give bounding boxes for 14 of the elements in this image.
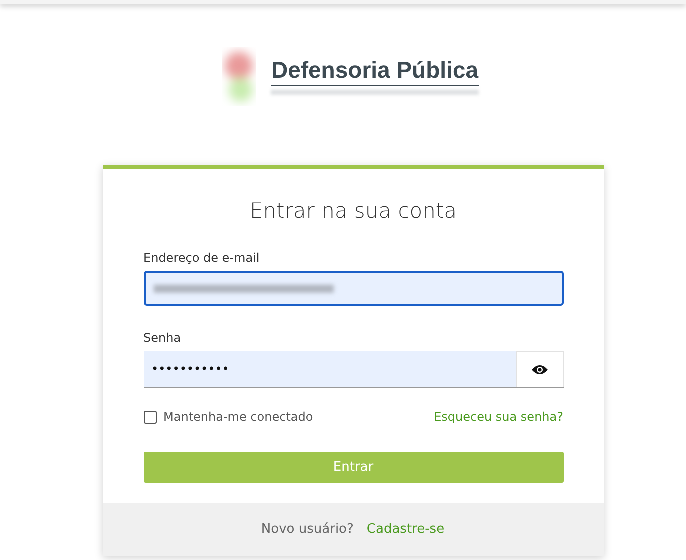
checkbox-label: Mantenha-me conectado — [164, 410, 314, 424]
field-label: Endereço de e-mail — [144, 251, 261, 265]
password-field[interactable]: ••••••••••• — [144, 351, 516, 387]
email-field[interactable] — [144, 271, 564, 306]
login-button[interactable]: Entrar — [144, 452, 564, 483]
card-title: Entrar na sua conta — [248, 199, 458, 223]
signup-link[interactable]: Cadastre-se — [366, 522, 445, 537]
forgot-password-link[interactable]: Esqueceu sua senha? — [434, 410, 564, 424]
eye-icon — [530, 364, 548, 376]
logo-name: Defensoria Pública — [271, 57, 479, 86]
checkbox[interactable] — [144, 410, 156, 424]
field-label: Senha — [144, 331, 182, 345]
footer-text: Novo usuário? — [261, 522, 354, 537]
show-password-button[interactable] — [516, 351, 564, 387]
